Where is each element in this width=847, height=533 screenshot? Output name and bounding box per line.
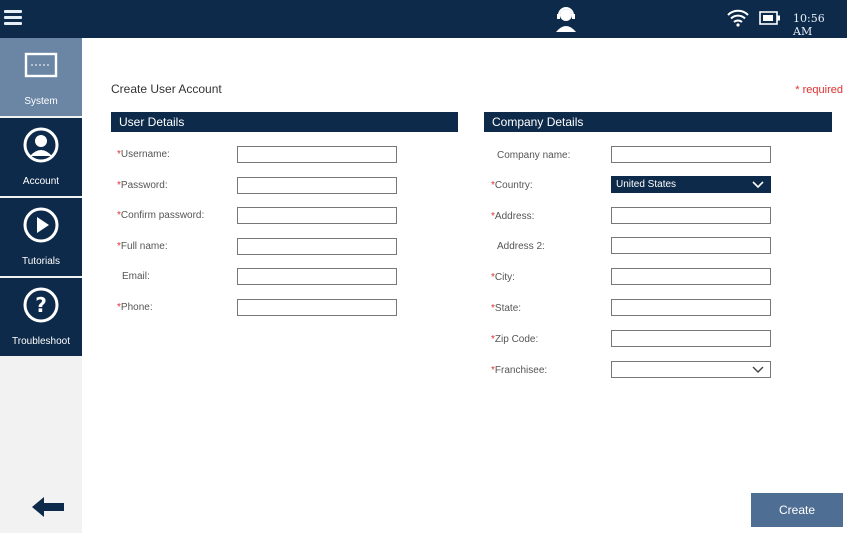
- help-icon: ?: [23, 287, 59, 323]
- phone-label: *Phone:: [117, 302, 153, 313]
- chevron-down-icon: [752, 181, 764, 189]
- address-2-field[interactable]: [611, 237, 771, 254]
- sidebar-item-label: System: [24, 96, 58, 107]
- address-field[interactable]: [611, 207, 771, 224]
- battery-icon: [759, 11, 780, 25]
- country-select[interactable]: United States: [611, 176, 771, 193]
- create-button[interactable]: Create: [751, 493, 843, 527]
- required-note: * required: [795, 84, 843, 96]
- phone-field[interactable]: [237, 299, 397, 316]
- address-2-label: Address 2:: [497, 241, 545, 252]
- email-label: Email:: [122, 271, 150, 282]
- play-icon: [23, 207, 59, 243]
- sidebar-item-label: Tutorials: [22, 256, 60, 267]
- full-name-label: *Full name:: [117, 241, 168, 252]
- account-icon: [23, 127, 59, 163]
- address-label: *Address:: [491, 211, 535, 222]
- country-label: *Country:: [491, 180, 533, 191]
- sidebar-item-tutorials[interactable]: Tutorials: [0, 198, 82, 276]
- country-select-value: United States: [616, 179, 677, 190]
- sidebar-item-troubleshoot[interactable]: ? Troubleshoot: [0, 278, 82, 356]
- svg-text:?: ?: [35, 293, 47, 317]
- confirm-password-label: *Confirm password:: [117, 210, 205, 221]
- hamburger-menu-icon[interactable]: [4, 7, 22, 29]
- top-bar: 10:56 AM: [0, 0, 847, 38]
- support-agent-icon[interactable]: [553, 5, 579, 33]
- user-details-header: User Details: [111, 112, 458, 132]
- state-label: *State:: [491, 303, 522, 314]
- company-name-label: Company name:: [497, 150, 571, 161]
- state-field[interactable]: [611, 299, 771, 316]
- sidebar-item-label: Account: [22, 176, 60, 187]
- back-arrow-icon[interactable]: [30, 495, 66, 519]
- username-field[interactable]: [237, 146, 397, 163]
- franchisee-label: *Franchisee:: [491, 365, 548, 376]
- franchisee-select[interactable]: [611, 361, 771, 378]
- city-field[interactable]: [611, 268, 771, 285]
- company-name-field[interactable]: [611, 146, 771, 163]
- zip-code-field[interactable]: [611, 330, 771, 347]
- username-label: *Username:: [117, 149, 170, 160]
- email-field[interactable]: [237, 268, 397, 285]
- password-label: *Password:: [117, 180, 168, 191]
- clock: 10:56 AM: [793, 12, 825, 38]
- sidebar: System Account Tutorials ? Troubleshoot: [0, 38, 82, 533]
- sidebar-item-label: Troubleshoot: [12, 336, 70, 347]
- city-label: *City:: [491, 272, 515, 283]
- company-details-header: Company Details: [484, 112, 832, 132]
- wifi-icon: [727, 9, 749, 27]
- confirm-password-field[interactable]: [237, 207, 397, 224]
- password-field[interactable]: [237, 177, 397, 194]
- page-title: Create User Account: [111, 82, 222, 96]
- sidebar-item-system[interactable]: System: [0, 38, 82, 116]
- chevron-down-icon: [752, 366, 764, 373]
- sidebar-item-account[interactable]: Account: [0, 118, 82, 196]
- monitor-icon: [24, 52, 58, 78]
- full-name-field[interactable]: [237, 238, 397, 255]
- zip-code-label: *Zip Code:: [491, 334, 539, 345]
